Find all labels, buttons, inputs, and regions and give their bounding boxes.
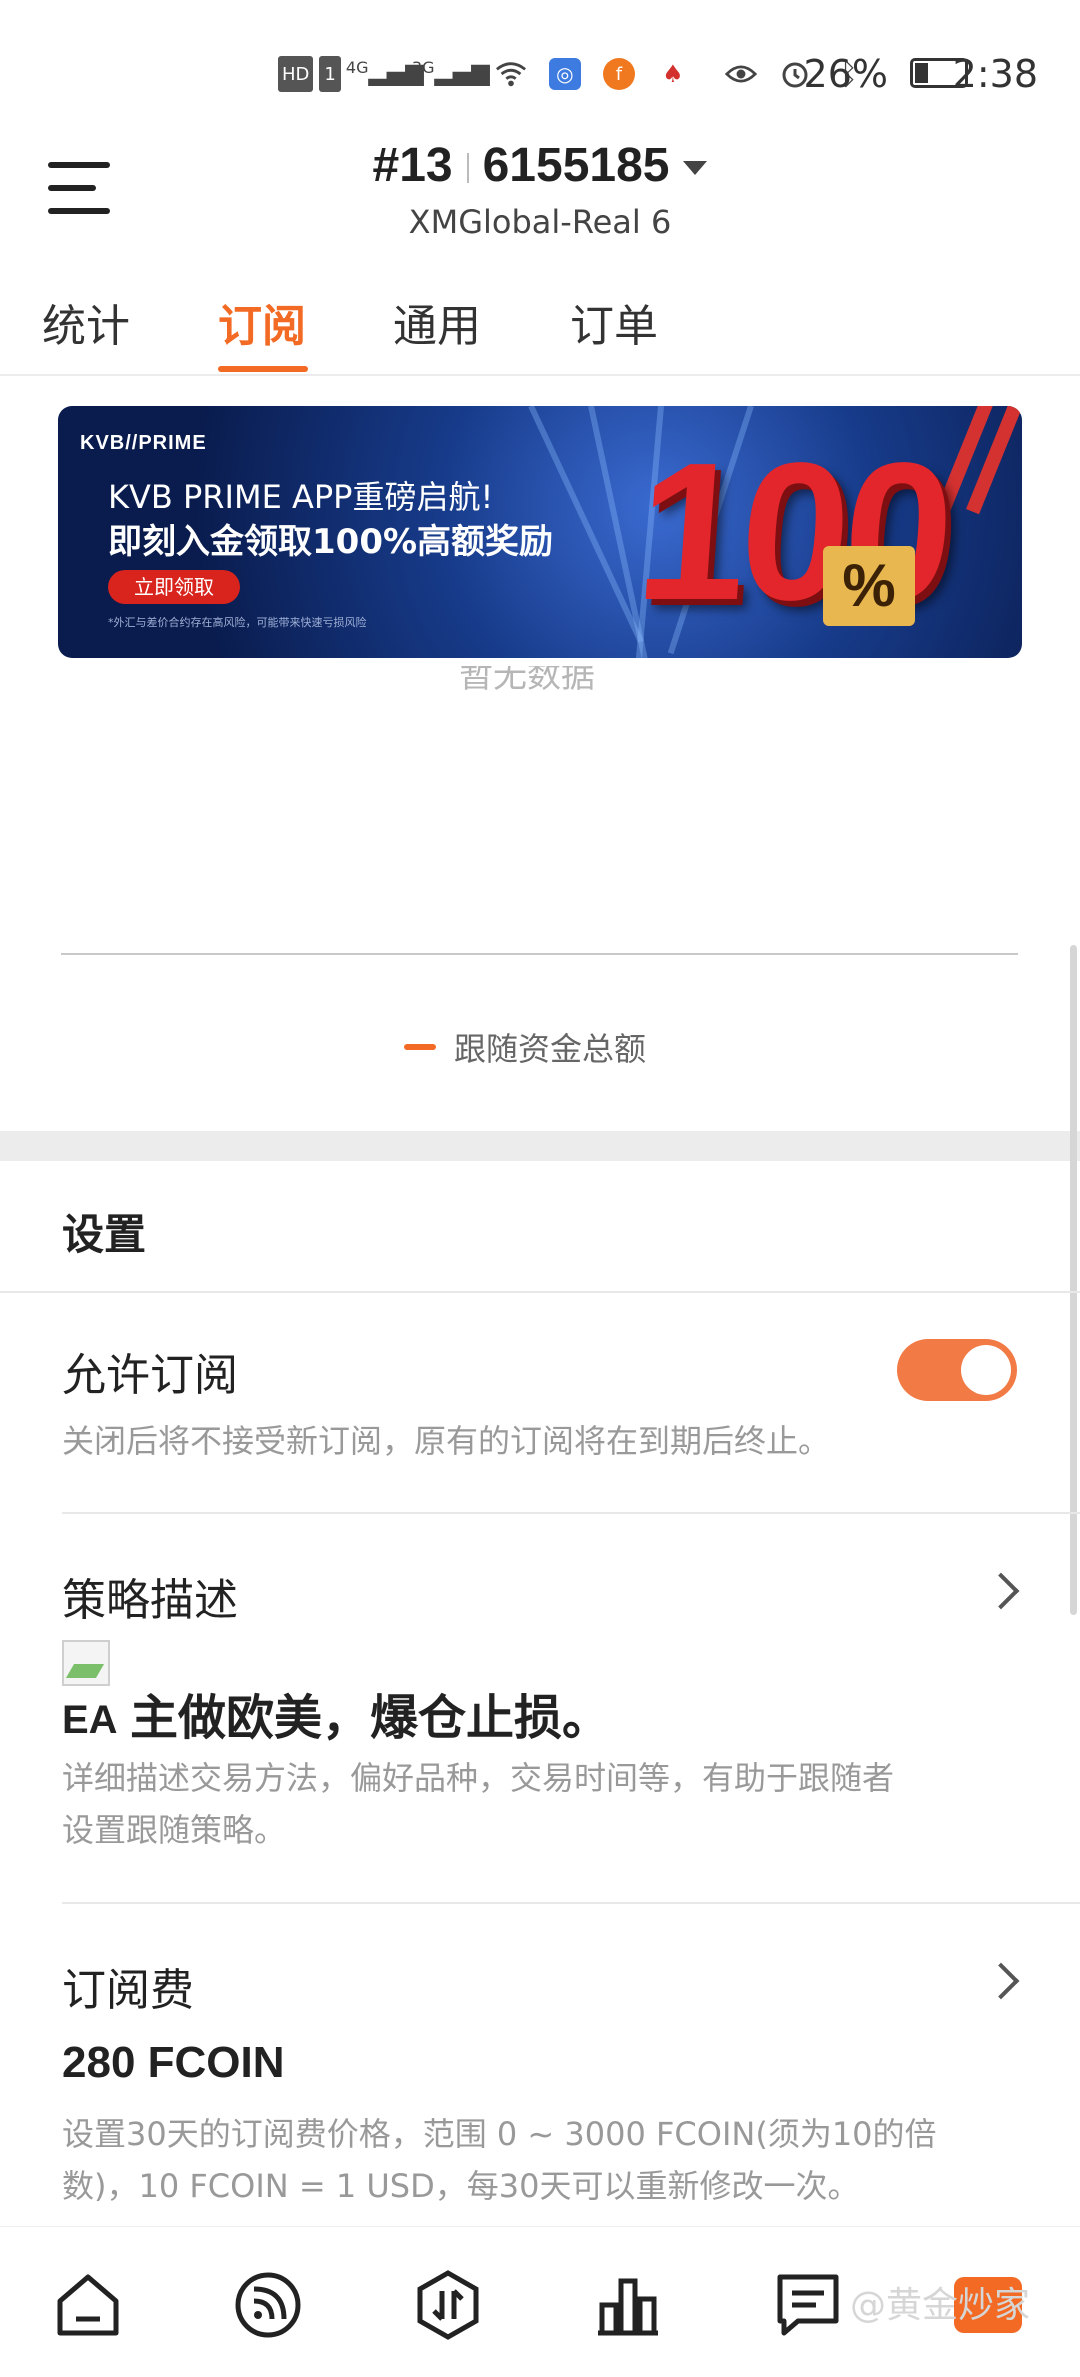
allow-subscription-toggle[interactable]: [897, 1339, 1017, 1401]
subscription-fee-label: 订阅费: [62, 1965, 194, 2016]
settings-section-title: 设置: [62, 1210, 147, 1259]
fee-hint-line2: 数)，10 FCOIN = 1 USD，每30天可以重新修改一次。: [62, 2167, 860, 2205]
clock: 2:38: [952, 52, 1038, 96]
home-icon[interactable]: [52, 2269, 124, 2341]
allow-subscription-label: 允许订阅: [62, 1350, 238, 1401]
strategy-description-value: 主做欧美，爆仓止损。: [130, 1690, 611, 1746]
promo-banner[interactable]: KVB//PRIME KVB PRIME APP重磅启航! 即刻入金领取100%…: [58, 406, 1022, 658]
signal-icon[interactable]: [232, 2269, 304, 2341]
chart-legend-label: 跟随资金总额: [454, 1030, 647, 1068]
active-tab-indicator: [218, 366, 308, 372]
section-separator: [0, 1131, 1080, 1161]
app-notification-orange-icon: f: [602, 58, 635, 90]
tab-orders[interactable]: 订单: [570, 290, 658, 354]
strategy-hint-line2: 设置跟随策略。: [62, 1811, 287, 1849]
sim-badge: 1: [319, 56, 341, 92]
app-notification-red-icon: ♠: [662, 60, 684, 88]
scrollbar[interactable]: [1070, 945, 1077, 1615]
chart-icon[interactable]: [592, 2269, 664, 2341]
banner-cta-button[interactable]: 立即领取: [108, 570, 240, 604]
eye-icon: [724, 58, 757, 90]
banner-headline: KVB PRIME APP重磅启航!: [108, 478, 494, 516]
account-selector[interactable]: #13 6155185: [0, 138, 1080, 193]
tab-statistics[interactable]: 统计: [42, 290, 130, 354]
tab-bar: 统计 订阅 通用 订单: [0, 290, 1080, 376]
divider: [62, 1902, 1080, 1904]
watermark-text: @黄金炒家: [850, 2285, 1031, 2326]
chart-empty-state: 暂无数据: [459, 666, 595, 696]
account-server: XMGlobal-Real 6: [408, 203, 672, 241]
strategy-hint-line1: 详细描述交易方法，偏好品种，交易时间等，有助于跟随者: [62, 1759, 895, 1797]
battery-percent: 26%: [803, 52, 888, 96]
strategy-description-label: 策略描述: [62, 1575, 238, 1626]
account-separator: [466, 153, 469, 184]
tab-general[interactable]: 通用: [393, 290, 481, 354]
status-icons: HD 1 4G ▂▄▆ 3G ▂▄▆ ◎ f ♠ ᛒ: [278, 56, 865, 92]
banner-subheadline: 即刻入金领取100%高额奖励: [108, 522, 554, 562]
cell-signal-1-icon: 4G ▂▄▆: [345, 58, 424, 86]
banner-brand-logo: KVB//PRIME: [80, 432, 207, 454]
subscription-fee-value: 280 FCOIN: [62, 2038, 285, 2087]
cell-signal-2-icon: 3G ▂▄▆: [411, 58, 490, 86]
app-notification-blue-icon: ◎: [548, 58, 581, 90]
legend-swatch: [404, 1044, 436, 1050]
divider: [62, 1512, 1080, 1514]
allow-subscription-description: 关闭后将不接受新订阅，原有的订阅将在到期后终止。: [62, 1422, 831, 1460]
hd-badge: HD: [278, 56, 314, 92]
chevron-right-icon[interactable]: [982, 1962, 1020, 2000]
strategy-ea-label: EA: [62, 1698, 118, 1742]
banner-disclaimer: *外汇与差价合约存在高风险，可能带来快速亏损风险: [108, 616, 367, 629]
broken-image-icon: [62, 1640, 110, 1686]
trade-icon[interactable]: [412, 2269, 484, 2341]
wifi-icon: [495, 58, 527, 90]
divider: [0, 1291, 1080, 1293]
account-number: 6155185: [482, 139, 670, 192]
account-prefix: #13: [372, 139, 453, 192]
caret-down-icon: [683, 161, 708, 176]
tab-subscription[interactable]: 订阅: [218, 290, 306, 354]
chart-baseline: [61, 953, 1018, 955]
chevron-right-icon[interactable]: [982, 1572, 1020, 1610]
fee-hint-line1: 设置30天的订阅费价格，范围 0 ~ 3000 FCOIN(须为10的倍: [62, 2115, 937, 2153]
banner-percent-graphic: %: [823, 546, 915, 626]
status-bar: HD 1 4G ▂▄▆ 3G ▂▄▆ ◎ f ♠ ᛒ 26% 2:38: [0, 0, 1080, 130]
message-icon[interactable]: [772, 2269, 844, 2341]
